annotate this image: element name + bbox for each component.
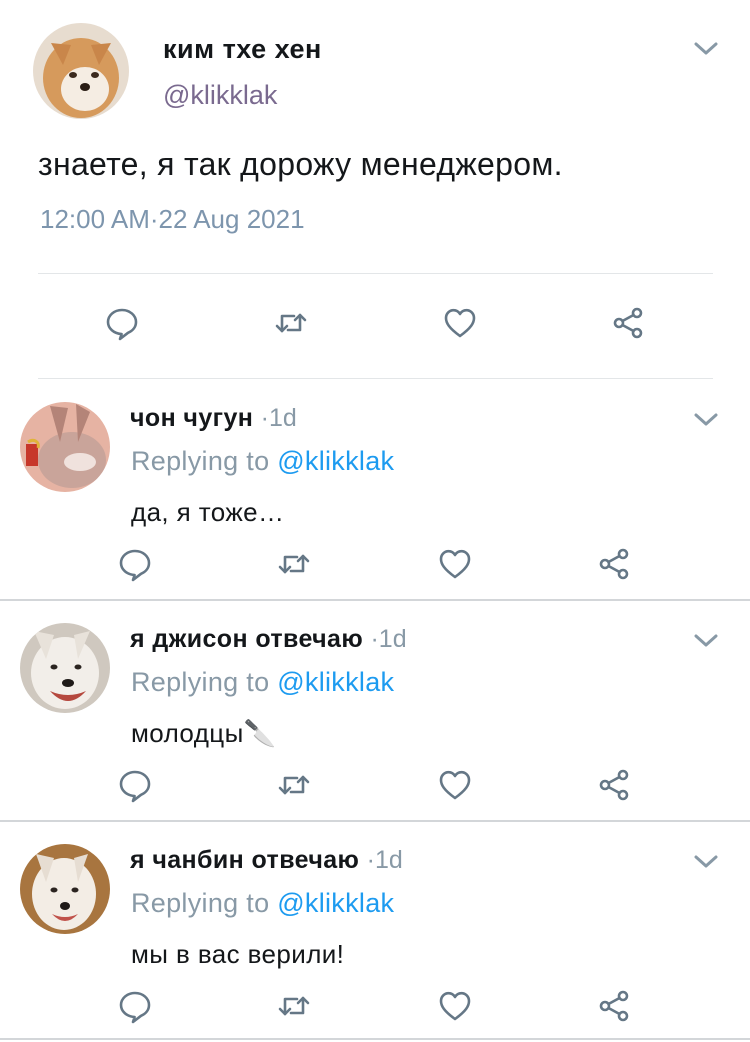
mention-link[interactable]: @klikklak <box>277 888 394 918</box>
retweet-icon[interactable] <box>276 988 312 1024</box>
divider <box>38 273 713 274</box>
avatar[interactable] <box>20 844 110 934</box>
author-handle[interactable]: @klikklak <box>163 80 277 111</box>
mention-link[interactable]: @klikklak <box>277 446 394 476</box>
reply-time[interactable]: ·1d <box>261 404 297 432</box>
heart-icon[interactable] <box>442 305 478 341</box>
divider <box>0 1038 750 1040</box>
divider <box>38 378 713 379</box>
tweet-text: да, я тоже… <box>131 497 285 527</box>
share-icon[interactable] <box>596 988 632 1024</box>
tweet-text: мы в вас верили! <box>131 939 345 969</box>
heart-icon[interactable] <box>437 767 473 803</box>
avatar[interactable] <box>20 623 110 713</box>
share-icon[interactable] <box>596 546 632 582</box>
share-icon[interactable] <box>596 767 632 803</box>
heart-icon[interactable] <box>437 988 473 1024</box>
author-name[interactable]: я чанбин отвечаю ·1d <box>130 846 403 875</box>
avatar[interactable] <box>33 23 129 119</box>
tweet-text: молодцы🔪 <box>131 718 277 748</box>
retweet-icon[interactable] <box>276 767 312 803</box>
share-icon[interactable] <box>610 305 646 341</box>
replying-to: Replying to @klikklak <box>131 667 395 697</box>
author-name[interactable]: ким тхе хен <box>163 34 322 65</box>
replying-to: Replying to @klikklak <box>131 888 395 918</box>
divider <box>0 599 750 601</box>
tweet-timestamp[interactable]: 12:00 AM·22 Aug 2021 <box>40 204 305 235</box>
heart-icon[interactable] <box>437 546 473 582</box>
chevron-down-icon[interactable] <box>692 851 720 871</box>
avatar[interactable] <box>20 402 110 492</box>
mention-link[interactable]: @klikklak <box>277 667 394 697</box>
divider <box>0 820 750 822</box>
replying-to: Replying to @klikklak <box>131 446 395 476</box>
reply-time[interactable]: ·1d <box>367 846 403 874</box>
reply-icon[interactable] <box>104 305 140 341</box>
reply-time[interactable]: ·1d <box>370 625 406 653</box>
reply-icon[interactable] <box>117 767 153 803</box>
author-name[interactable]: я джисон отвечаю ·1d <box>130 625 407 654</box>
chevron-down-icon[interactable] <box>692 38 720 58</box>
retweet-icon[interactable] <box>276 546 312 582</box>
reply-icon[interactable] <box>117 546 153 582</box>
chevron-down-icon[interactable] <box>692 409 720 429</box>
retweet-icon[interactable] <box>273 305 309 341</box>
tweet-text: знаете, я так дорожу менеджером. <box>38 146 563 182</box>
chevron-down-icon[interactable] <box>692 630 720 650</box>
author-name[interactable]: чон чугун ·1d <box>130 404 297 433</box>
reply-icon[interactable] <box>117 988 153 1024</box>
